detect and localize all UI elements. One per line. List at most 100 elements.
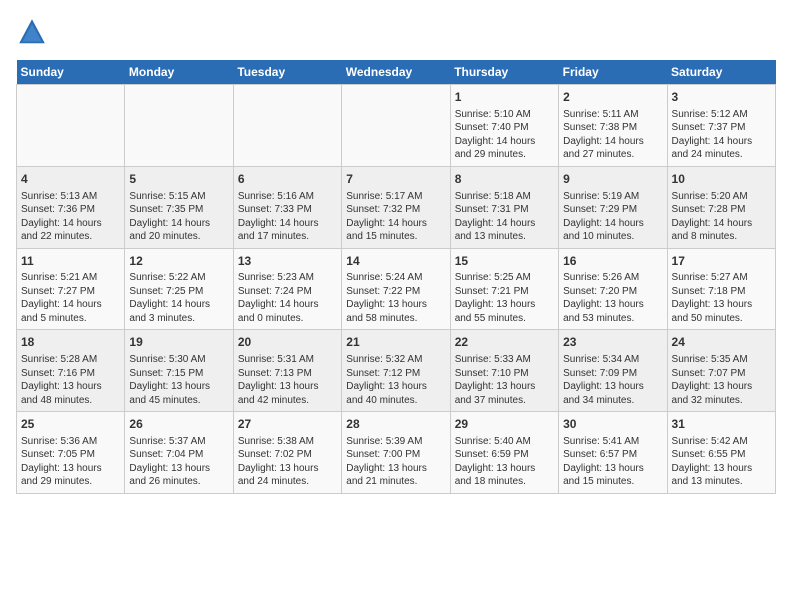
calendar-cell: 20 Sunrise: 5:31 AMSunset: 7:13 PMDayligh… [233,330,341,412]
day-number: 4 [21,171,120,188]
calendar-header: SundayMondayTuesdayWednesdayThursdayFrid… [17,60,776,85]
calendar-cell: 4Sunrise: 5:13 AMSunset: 7:36 PMDaylight… [17,166,125,248]
calendar-cell: 28 Sunrise: 5:39 AMSunset: 7:00 PMDayligh… [342,412,450,494]
day-info: Sunrise: 5:26 AMSunset: 7:20 PMDaylight:… [563,271,662,325]
day-info: Sunrise: 5:35 AMSunset: 7:07 PMDaylight:… [672,353,771,407]
day-info: Sunrise: 5:18 AMSunset: 7:31 PMDaylight:… [455,190,554,244]
calendar-cell: 31 Sunrise: 5:42 AMSunset: 6:55 PMDayligh… [667,412,775,494]
calendar-cell: 15Sunrise: 5:25 AMSunset: 7:21 PMDayligh… [450,248,558,330]
day-info: Sunrise: 5:30 AMSunset: 7:15 PMDaylight:… [129,353,228,407]
day-info: Sunrise: 5:32 AMSunset: 7:12 PMDaylight:… [346,353,445,407]
day-number: 28 [346,416,445,433]
calendar-table: SundayMondayTuesdayWednesdayThursdayFrid… [16,60,776,494]
calendar-cell: 6 Sunrise: 5:16 AMSunset: 7:33 PMDaylight… [233,166,341,248]
day-number: 16 [563,253,662,270]
weekday-header-sunday: Sunday [17,60,125,85]
day-number: 26 [129,416,228,433]
day-number: 5 [129,171,228,188]
day-number: 1 [455,89,554,106]
day-number: 29 [455,416,554,433]
calendar-cell: 19 Sunrise: 5:30 AMSunset: 7:15 PMDayligh… [125,330,233,412]
calendar-cell: 24Sunrise: 5:35 AMSunset: 7:07 PMDayligh… [667,330,775,412]
day-number: 20 [238,334,337,351]
calendar-week-3: 11Sunrise: 5:21 AMSunset: 7:27 PMDayligh… [17,248,776,330]
day-info: Sunrise: 5:36 AMSunset: 7:05 PMDaylight:… [21,435,120,489]
day-info: Sunrise: 5:10 AMSunset: 7:40 PMDaylight:… [455,108,554,162]
day-info: Sunrise: 5:38 AMSunset: 7:02 PMDaylight:… [238,435,337,489]
calendar-week-2: 4Sunrise: 5:13 AMSunset: 7:36 PMDaylight… [17,166,776,248]
day-info: Sunrise: 5:28 AMSunset: 7:16 PMDaylight:… [21,353,120,407]
calendar-cell [342,85,450,167]
calendar-cell [233,85,341,167]
calendar-cell: 18 Sunrise: 5:28 AMSunset: 7:16 PMDayligh… [17,330,125,412]
day-info: Sunrise: 5:27 AMSunset: 7:18 PMDaylight:… [672,271,771,325]
calendar-week-5: 25Sunrise: 5:36 AMSunset: 7:05 PMDayligh… [17,412,776,494]
day-number: 21 [346,334,445,351]
calendar-cell: 13Sunrise: 5:23 AMSunset: 7:24 PMDayligh… [233,248,341,330]
page-header [16,16,776,48]
calendar-cell: 23 Sunrise: 5:34 AMSunset: 7:09 PMDayligh… [559,330,667,412]
day-info: Sunrise: 5:24 AMSunset: 7:22 PMDaylight:… [346,271,445,325]
day-number: 14 [346,253,445,270]
calendar-cell: 1 Sunrise: 5:10 AMSunset: 7:40 PMDaylight… [450,85,558,167]
day-info: Sunrise: 5:41 AMSunset: 6:57 PMDaylight:… [563,435,662,489]
day-number: 9 [563,171,662,188]
day-number: 18 [21,334,120,351]
day-number: 27 [238,416,337,433]
calendar-cell: 21 Sunrise: 5:32 AMSunset: 7:12 PMDayligh… [342,330,450,412]
day-number: 23 [563,334,662,351]
calendar-cell: 10 Sunrise: 5:20 AMSunset: 7:28 PMDayligh… [667,166,775,248]
day-info: Sunrise: 5:20 AMSunset: 7:28 PMDaylight:… [672,190,771,244]
day-number: 19 [129,334,228,351]
day-info: Sunrise: 5:25 AMSunset: 7:21 PMDaylight:… [455,271,554,325]
day-info: Sunrise: 5:17 AMSunset: 7:32 PMDaylight:… [346,190,445,244]
logo [16,16,52,48]
day-number: 7 [346,171,445,188]
day-number: 6 [238,171,337,188]
day-info: Sunrise: 5:42 AMSunset: 6:55 PMDaylight:… [672,435,771,489]
weekday-header-saturday: Saturday [667,60,775,85]
calendar-cell [17,85,125,167]
day-number: 3 [672,89,771,106]
calendar-cell: 17Sunrise: 5:27 AMSunset: 7:18 PMDayligh… [667,248,775,330]
calendar-body: 1 Sunrise: 5:10 AMSunset: 7:40 PMDaylight… [17,85,776,494]
day-info: Sunrise: 5:15 AMSunset: 7:35 PMDaylight:… [129,190,228,244]
day-info: Sunrise: 5:33 AMSunset: 7:10 PMDaylight:… [455,353,554,407]
calendar-cell: 7 Sunrise: 5:17 AMSunset: 7:32 PMDaylight… [342,166,450,248]
day-number: 30 [563,416,662,433]
logo-icon [16,16,48,48]
day-info: Sunrise: 5:39 AMSunset: 7:00 PMDaylight:… [346,435,445,489]
day-number: 22 [455,334,554,351]
day-info: Sunrise: 5:34 AMSunset: 7:09 PMDaylight:… [563,353,662,407]
calendar-cell: 2 Sunrise: 5:11 AMSunset: 7:38 PMDaylight… [559,85,667,167]
day-info: Sunrise: 5:22 AMSunset: 7:25 PMDaylight:… [129,271,228,325]
day-number: 11 [21,253,120,270]
weekday-header-monday: Monday [125,60,233,85]
weekday-header-tuesday: Tuesday [233,60,341,85]
calendar-cell: 8 Sunrise: 5:18 AMSunset: 7:31 PMDaylight… [450,166,558,248]
calendar-week-4: 18 Sunrise: 5:28 AMSunset: 7:16 PMDayligh… [17,330,776,412]
calendar-cell [125,85,233,167]
day-number: 8 [455,171,554,188]
day-info: Sunrise: 5:19 AMSunset: 7:29 PMDaylight:… [563,190,662,244]
calendar-cell: 16Sunrise: 5:26 AMSunset: 7:20 PMDayligh… [559,248,667,330]
calendar-cell: 26 Sunrise: 5:37 AMSunset: 7:04 PMDayligh… [125,412,233,494]
calendar-cell: 12Sunrise: 5:22 AMSunset: 7:25 PMDayligh… [125,248,233,330]
day-info: Sunrise: 5:31 AMSunset: 7:13 PMDaylight:… [238,353,337,407]
weekday-header-thursday: Thursday [450,60,558,85]
day-info: Sunrise: 5:16 AMSunset: 7:33 PMDaylight:… [238,190,337,244]
day-info: Sunrise: 5:11 AMSunset: 7:38 PMDaylight:… [563,108,662,162]
weekday-header-row: SundayMondayTuesdayWednesdayThursdayFrid… [17,60,776,85]
day-number: 2 [563,89,662,106]
calendar-cell: 27 Sunrise: 5:38 AMSunset: 7:02 PMDayligh… [233,412,341,494]
weekday-header-friday: Friday [559,60,667,85]
calendar-cell: 5 Sunrise: 5:15 AMSunset: 7:35 PMDaylight… [125,166,233,248]
calendar-cell: 22 Sunrise: 5:33 AMSunset: 7:10 PMDayligh… [450,330,558,412]
calendar-cell: 29 Sunrise: 5:40 AMSunset: 6:59 PMDayligh… [450,412,558,494]
day-info: Sunrise: 5:23 AMSunset: 7:24 PMDaylight:… [238,271,337,325]
day-number: 15 [455,253,554,270]
day-number: 10 [672,171,771,188]
day-info: Sunrise: 5:40 AMSunset: 6:59 PMDaylight:… [455,435,554,489]
day-number: 31 [672,416,771,433]
day-info: Sunrise: 5:37 AMSunset: 7:04 PMDaylight:… [129,435,228,489]
